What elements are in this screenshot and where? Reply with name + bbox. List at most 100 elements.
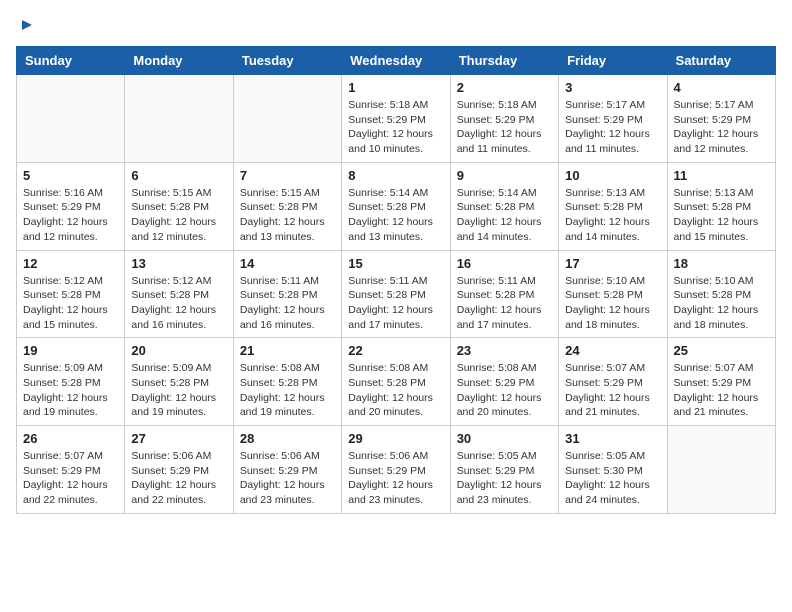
calendar-cell: 17 Sunrise: 5:10 AM Sunset: 5:28 PM Dayli…	[559, 250, 667, 338]
day-number: 25	[674, 343, 769, 358]
day-info: Sunrise: 5:07 AM Sunset: 5:29 PM Dayligh…	[674, 361, 769, 420]
column-header-thursday: Thursday	[450, 47, 558, 75]
day-info: Sunrise: 5:09 AM Sunset: 5:28 PM Dayligh…	[23, 361, 118, 420]
day-info: Sunrise: 5:15 AM Sunset: 5:28 PM Dayligh…	[240, 186, 335, 245]
calendar-cell: 13 Sunrise: 5:12 AM Sunset: 5:28 PM Dayli…	[125, 250, 233, 338]
day-info: Sunrise: 5:13 AM Sunset: 5:28 PM Dayligh…	[565, 186, 660, 245]
calendar-cell: 30 Sunrise: 5:05 AM Sunset: 5:29 PM Dayli…	[450, 426, 558, 514]
column-header-saturday: Saturday	[667, 47, 775, 75]
calendar-cell: 6 Sunrise: 5:15 AM Sunset: 5:28 PM Daylig…	[125, 162, 233, 250]
day-number: 8	[348, 168, 443, 183]
day-number: 22	[348, 343, 443, 358]
day-number: 24	[565, 343, 660, 358]
calendar-cell: 15 Sunrise: 5:11 AM Sunset: 5:28 PM Dayli…	[342, 250, 450, 338]
day-number: 27	[131, 431, 226, 446]
calendar-cell: 26 Sunrise: 5:07 AM Sunset: 5:29 PM Dayli…	[17, 426, 125, 514]
calendar-cell	[667, 426, 775, 514]
column-header-tuesday: Tuesday	[233, 47, 341, 75]
day-info: Sunrise: 5:14 AM Sunset: 5:28 PM Dayligh…	[457, 186, 552, 245]
day-info: Sunrise: 5:15 AM Sunset: 5:28 PM Dayligh…	[131, 186, 226, 245]
day-number: 29	[348, 431, 443, 446]
day-info: Sunrise: 5:05 AM Sunset: 5:30 PM Dayligh…	[565, 449, 660, 508]
day-number: 17	[565, 256, 660, 271]
calendar-week-row: 19 Sunrise: 5:09 AM Sunset: 5:28 PM Dayli…	[17, 338, 776, 426]
calendar-cell: 2 Sunrise: 5:18 AM Sunset: 5:29 PM Daylig…	[450, 75, 558, 163]
calendar-cell: 25 Sunrise: 5:07 AM Sunset: 5:29 PM Dayli…	[667, 338, 775, 426]
day-number: 6	[131, 168, 226, 183]
day-info: Sunrise: 5:08 AM Sunset: 5:28 PM Dayligh…	[348, 361, 443, 420]
calendar-week-row: 5Sunrise: 5:16 AM Sunset: 5:29 PM Daylig…	[17, 162, 776, 250]
calendar-cell	[17, 75, 125, 163]
day-info: Sunrise: 5:12 AM Sunset: 5:28 PM Dayligh…	[131, 274, 226, 333]
calendar-cell: 28 Sunrise: 5:06 AM Sunset: 5:29 PM Dayli…	[233, 426, 341, 514]
day-info: Sunrise: 5:08 AM Sunset: 5:29 PM Dayligh…	[457, 361, 552, 420]
column-header-monday: Monday	[125, 47, 233, 75]
day-number: 1	[348, 80, 443, 95]
day-info: Sunrise: 5:06 AM Sunset: 5:29 PM Dayligh…	[348, 449, 443, 508]
calendar-cell: 27 Sunrise: 5:06 AM Sunset: 5:29 PM Dayli…	[125, 426, 233, 514]
day-info: Sunrise: 5:18 AM Sunset: 5:29 PM Dayligh…	[457, 98, 552, 157]
calendar-cell: 1Sunrise: 5:18 AM Sunset: 5:29 PM Daylig…	[342, 75, 450, 163]
day-info: Sunrise: 5:07 AM Sunset: 5:29 PM Dayligh…	[565, 361, 660, 420]
day-info: Sunrise: 5:05 AM Sunset: 5:29 PM Dayligh…	[457, 449, 552, 508]
day-number: 11	[674, 168, 769, 183]
day-info: Sunrise: 5:06 AM Sunset: 5:29 PM Dayligh…	[131, 449, 226, 508]
calendar-cell: 24 Sunrise: 5:07 AM Sunset: 5:29 PM Dayli…	[559, 338, 667, 426]
day-number: 26	[23, 431, 118, 446]
day-info: Sunrise: 5:10 AM Sunset: 5:28 PM Dayligh…	[674, 274, 769, 333]
calendar-cell: 20Sunrise: 5:09 AM Sunset: 5:28 PM Dayli…	[125, 338, 233, 426]
day-number: 10	[565, 168, 660, 183]
day-number: 5	[23, 168, 118, 183]
logo	[16, 16, 36, 34]
logo-arrow-icon	[18, 16, 36, 34]
calendar-cell: 11 Sunrise: 5:13 AM Sunset: 5:28 PM Dayli…	[667, 162, 775, 250]
day-number: 18	[674, 256, 769, 271]
day-info: Sunrise: 5:08 AM Sunset: 5:28 PM Dayligh…	[240, 361, 335, 420]
day-number: 4	[674, 80, 769, 95]
day-number: 14	[240, 256, 335, 271]
day-info: Sunrise: 5:17 AM Sunset: 5:29 PM Dayligh…	[674, 98, 769, 157]
day-info: Sunrise: 5:17 AM Sunset: 5:29 PM Dayligh…	[565, 98, 660, 157]
day-number: 23	[457, 343, 552, 358]
day-info: Sunrise: 5:13 AM Sunset: 5:28 PM Dayligh…	[674, 186, 769, 245]
calendar-cell: 22 Sunrise: 5:08 AM Sunset: 5:28 PM Dayli…	[342, 338, 450, 426]
calendar-cell: 23 Sunrise: 5:08 AM Sunset: 5:29 PM Dayli…	[450, 338, 558, 426]
calendar-cell: 4 Sunrise: 5:17 AM Sunset: 5:29 PM Daylig…	[667, 75, 775, 163]
calendar-cell: 21 Sunrise: 5:08 AM Sunset: 5:28 PM Dayli…	[233, 338, 341, 426]
calendar-cell: 9 Sunrise: 5:14 AM Sunset: 5:28 PM Daylig…	[450, 162, 558, 250]
day-info: Sunrise: 5:09 AM Sunset: 5:28 PM Dayligh…	[131, 361, 226, 420]
day-number: 21	[240, 343, 335, 358]
day-info: Sunrise: 5:06 AM Sunset: 5:29 PM Dayligh…	[240, 449, 335, 508]
calendar-cell: 3Sunrise: 5:17 AM Sunset: 5:29 PM Daylig…	[559, 75, 667, 163]
day-info: Sunrise: 5:12 AM Sunset: 5:28 PM Dayligh…	[23, 274, 118, 333]
calendar-cell: 18 Sunrise: 5:10 AM Sunset: 5:28 PM Dayli…	[667, 250, 775, 338]
calendar-cell: 14Sunrise: 5:11 AM Sunset: 5:28 PM Dayli…	[233, 250, 341, 338]
column-header-sunday: Sunday	[17, 47, 125, 75]
day-number: 9	[457, 168, 552, 183]
day-number: 12	[23, 256, 118, 271]
calendar-cell	[233, 75, 341, 163]
day-info: Sunrise: 5:11 AM Sunset: 5:28 PM Dayligh…	[457, 274, 552, 333]
calendar-week-row: 12 Sunrise: 5:12 AM Sunset: 5:28 PM Dayli…	[17, 250, 776, 338]
column-header-wednesday: Wednesday	[342, 47, 450, 75]
day-number: 15	[348, 256, 443, 271]
day-info: Sunrise: 5:10 AM Sunset: 5:28 PM Dayligh…	[565, 274, 660, 333]
calendar-header-row: SundayMondayTuesdayWednesdayThursdayFrid…	[17, 47, 776, 75]
day-number: 2	[457, 80, 552, 95]
calendar-cell: 8 Sunrise: 5:14 AM Sunset: 5:28 PM Daylig…	[342, 162, 450, 250]
column-header-friday: Friday	[559, 47, 667, 75]
day-info: Sunrise: 5:07 AM Sunset: 5:29 PM Dayligh…	[23, 449, 118, 508]
day-number: 19	[23, 343, 118, 358]
calendar-week-row: 26 Sunrise: 5:07 AM Sunset: 5:29 PM Dayli…	[17, 426, 776, 514]
day-number: 7	[240, 168, 335, 183]
calendar-cell: 5Sunrise: 5:16 AM Sunset: 5:29 PM Daylig…	[17, 162, 125, 250]
calendar-cell	[125, 75, 233, 163]
day-info: Sunrise: 5:11 AM Sunset: 5:28 PM Dayligh…	[348, 274, 443, 333]
day-number: 28	[240, 431, 335, 446]
calendar-cell: 29 Sunrise: 5:06 AM Sunset: 5:29 PM Dayli…	[342, 426, 450, 514]
calendar-table: SundayMondayTuesdayWednesdayThursdayFrid…	[16, 46, 776, 514]
day-number: 30	[457, 431, 552, 446]
calendar-cell: 16Sunrise: 5:11 AM Sunset: 5:28 PM Dayli…	[450, 250, 558, 338]
day-info: Sunrise: 5:14 AM Sunset: 5:28 PM Dayligh…	[348, 186, 443, 245]
day-number: 13	[131, 256, 226, 271]
